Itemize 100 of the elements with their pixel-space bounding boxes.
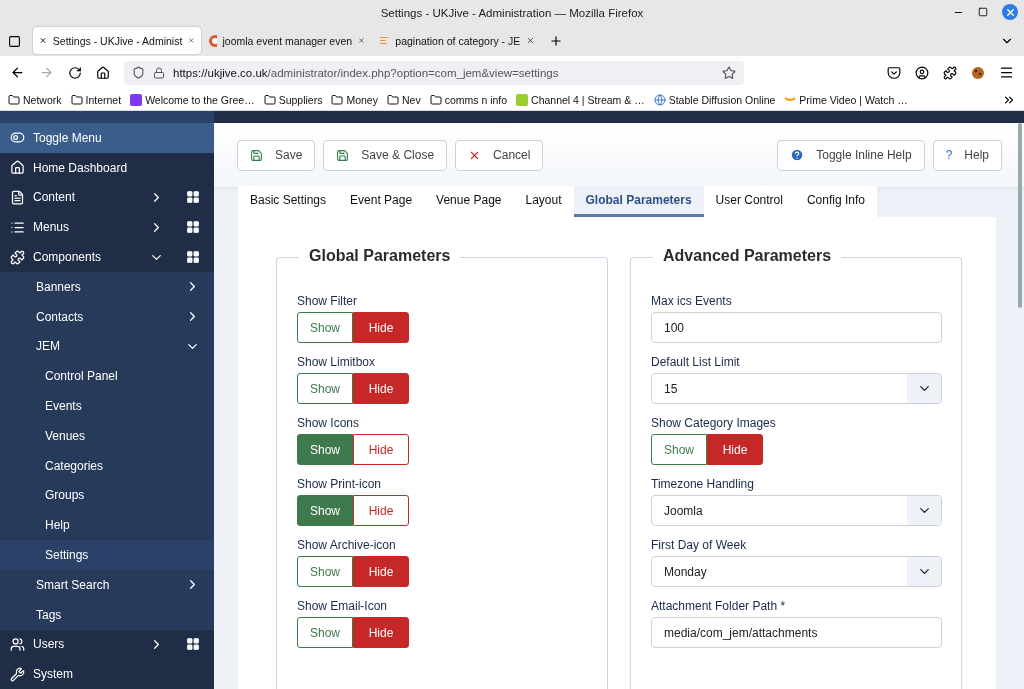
- toggle-option[interactable]: Show: [297, 556, 353, 587]
- bookmark[interactable]: Stable Diffusion Online: [653, 93, 776, 106]
- select-field[interactable]: 15: [651, 373, 942, 404]
- toolbar-button[interactable]: Save & Close: [323, 139, 448, 171]
- wrench-icon: [10, 666, 25, 682]
- sidebar-item[interactable]: Home Dashboard: [0, 152, 214, 183]
- toggle-option[interactable]: Hide: [353, 617, 409, 648]
- cookie-icon[interactable]: [971, 65, 985, 80]
- tab[interactable]: Venue Page: [424, 186, 514, 217]
- grid-icon[interactable]: [186, 637, 200, 652]
- toggle-option[interactable]: Hide: [353, 312, 409, 343]
- menu-icon[interactable]: [999, 65, 1014, 80]
- toolbar-button[interactable]: Cancel: [455, 139, 544, 171]
- bookmark[interactable]: Channel 4 | Stream & …: [516, 93, 645, 106]
- sidebar-item[interactable]: Groups: [0, 480, 214, 511]
- sidebar-item[interactable]: Tags: [0, 599, 214, 630]
- select-field[interactable]: Joomla: [651, 495, 942, 526]
- sidebar-item[interactable]: Components: [0, 242, 214, 272]
- field-label: Timezone Handling: [651, 477, 755, 491]
- close-icon[interactable]: [188, 35, 195, 46]
- tab[interactable]: Basic Settings: [238, 186, 339, 217]
- puzzle-icon: [10, 249, 25, 265]
- tab[interactable]: User Control: [703, 186, 795, 217]
- home-icon: [10, 160, 25, 176]
- extensions-icon[interactable]: [943, 65, 957, 80]
- browser-tab[interactable]: joomla event manager even: [203, 27, 371, 54]
- toolbar-button[interactable]: Toggle Inline Help: [777, 139, 925, 171]
- field-label: Show Category Images: [651, 416, 777, 430]
- bookmark[interactable]: Internet: [70, 93, 122, 106]
- bookmark[interactable]: Welcome to the Gree…: [130, 93, 255, 106]
- browser-tab[interactable]: Settings - UKJive - Administ: [33, 27, 201, 54]
- sidebar-item[interactable]: Users: [0, 629, 214, 660]
- scrollbar[interactable]: [1018, 123, 1022, 308]
- maximize-icon[interactable]: [978, 7, 988, 17]
- list-icon: [10, 219, 25, 235]
- sidebar-item[interactable]: Menus: [0, 212, 214, 243]
- reload-icon[interactable]: [68, 65, 82, 80]
- users-icon: [10, 636, 25, 652]
- account-icon[interactable]: [915, 65, 929, 80]
- sidebar-item[interactable]: Events: [0, 391, 214, 421]
- back-icon[interactable]: [10, 65, 25, 80]
- toggle-option[interactable]: Hide: [353, 373, 409, 404]
- sidebar-item[interactable]: Contacts: [0, 301, 214, 332]
- toggle-option[interactable]: Hide: [353, 434, 409, 465]
- toggle-option[interactable]: Show: [297, 373, 353, 404]
- grid-icon[interactable]: [186, 190, 200, 205]
- sidebar-item[interactable]: Toggle Menu: [0, 123, 214, 153]
- field-label: Show Archive-icon: [297, 538, 397, 552]
- sidebar-item[interactable]: Categories: [0, 450, 214, 481]
- grid-icon[interactable]: [186, 220, 200, 235]
- field-label: Show Print-icon: [297, 477, 383, 491]
- select-field[interactable]: Monday: [651, 556, 942, 587]
- browser-tab[interactable]: pagination of category - JE: [373, 27, 541, 54]
- new-tab-icon[interactable]: [549, 34, 563, 48]
- text-field[interactable]: 100: [651, 312, 942, 343]
- sidebar-item[interactable]: Content: [0, 182, 214, 213]
- sidebar-item[interactable]: JEM: [0, 331, 214, 362]
- bookmark[interactable]: Suppliers: [263, 93, 323, 106]
- toggle-option[interactable]: Hide: [353, 495, 409, 526]
- close-icon[interactable]: [358, 35, 365, 46]
- bookmark[interactable]: Nev: [386, 93, 421, 106]
- sidebar-item[interactable]: Banners: [0, 272, 214, 302]
- close-icon[interactable]: [526, 35, 535, 46]
- toggle-option[interactable]: Show: [297, 495, 353, 526]
- address-bar[interactable]: https://ukjive.co.uk/administrator/index.php?option=com_jem&view=settings: [124, 60, 744, 85]
- field-label: Attachment Folder Path *: [651, 599, 787, 613]
- tab[interactable]: Layout: [513, 186, 574, 217]
- sidebar-item[interactable]: Control Panel: [0, 361, 214, 392]
- folder-icon: [386, 93, 399, 106]
- sidebar-item[interactable]: System: [0, 659, 214, 689]
- sidebar-item[interactable]: Help: [0, 510, 214, 541]
- toggle-option[interactable]: Show: [297, 312, 353, 343]
- bookmark[interactable]: comms n info: [429, 93, 508, 106]
- tab-list-icon[interactable]: [8, 35, 21, 48]
- bookmark[interactable]: Prime Video | Watch …: [784, 93, 908, 106]
- sidebar-item[interactable]: Venues: [0, 420, 214, 451]
- toolbar-button[interactable]: ? Help: [932, 139, 1002, 171]
- folder-icon: [8, 93, 20, 106]
- tab[interactable]: Event Page: [338, 186, 425, 217]
- toggle-option[interactable]: Hide: [353, 556, 409, 587]
- tab[interactable]: Config Info: [794, 186, 877, 217]
- bookmark[interactable]: Network: [8, 93, 62, 106]
- toggle-option[interactable]: Hide: [707, 434, 763, 465]
- toggle-icon: [10, 130, 25, 146]
- toggle-option[interactable]: Show: [297, 434, 353, 465]
- sidebar-item[interactable]: Settings: [0, 540, 214, 570]
- save-icon: [336, 148, 350, 162]
- home-icon[interactable]: [96, 65, 110, 80]
- bookmark[interactable]: Money: [331, 93, 378, 106]
- question-icon: ?: [945, 148, 953, 162]
- toggle-option[interactable]: Show: [651, 434, 707, 465]
- toolbar-button[interactable]: Save: [237, 139, 316, 171]
- grid-icon[interactable]: [186, 250, 200, 265]
- close-button[interactable]: [1002, 4, 1018, 20]
- field-label: Show Icons: [297, 416, 361, 430]
- toggle-option[interactable]: Show: [297, 617, 353, 648]
- tab[interactable]: Global Parameters: [573, 186, 704, 217]
- sidebar-item[interactable]: Smart Search: [0, 569, 214, 600]
- text-field[interactable]: media/com_jem/attachments: [651, 617, 942, 648]
- pocket-icon[interactable]: [887, 65, 901, 80]
